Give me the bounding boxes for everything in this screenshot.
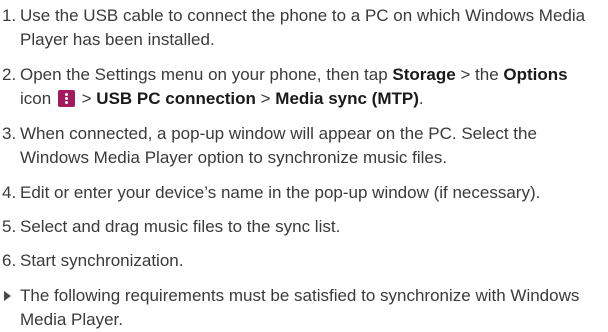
step-number: 1.: [2, 6, 17, 25]
step-text: When connected, a pop-up window will app…: [20, 124, 537, 167]
step-6: 6. Start synchronization.: [0, 249, 600, 273]
step-text: Select and drag music files to the sync …: [20, 217, 341, 236]
step-4: 4. Edit or enter your device’s name in t…: [0, 181, 600, 205]
step-2: 2. Open the Settings menu on your phone,…: [0, 63, 600, 111]
step-3: 3. When connected, a pop-up window will …: [0, 122, 600, 170]
step-number: 3.: [2, 124, 17, 143]
step-5: 5. Select and drag music files to the sy…: [0, 215, 600, 239]
options-label: Options: [503, 65, 568, 84]
storage-label: Storage: [392, 65, 456, 84]
icon-word: icon: [20, 89, 56, 108]
note-text: The following requirements must be satis…: [20, 286, 580, 329]
separator: >: [76, 89, 97, 108]
note: The following requirements must be satis…: [0, 284, 600, 332]
step-number: 5.: [2, 217, 17, 236]
step-text: Use the USB cable to connect the phone t…: [20, 6, 586, 49]
step-text-end: .: [418, 89, 424, 108]
triangle-bullet-icon: [0, 284, 20, 308]
step-number: 6.: [2, 251, 17, 270]
usb-pc-connection-label: USB PC connection: [96, 89, 256, 108]
media-sync-label: Media sync (MTP): [275, 89, 419, 108]
step-number: 4.: [2, 183, 17, 202]
step-number: 2.: [2, 65, 17, 84]
step-text: Edit or enter your device’s name in the …: [20, 183, 541, 202]
instructions-page: 1. Use the USB cable to connect the phon…: [0, 0, 608, 332]
step-text: Open the Settings menu on your phone, th…: [20, 63, 600, 111]
options-menu-icon: [57, 90, 75, 107]
step-text: Start synchronization.: [20, 251, 184, 270]
separator: >: [255, 89, 276, 108]
separator: > the: [455, 65, 504, 84]
step-1: 1. Use the USB cable to connect the phon…: [0, 4, 600, 52]
step-text-prefix: Open the Settings menu on your phone, th…: [20, 65, 393, 84]
